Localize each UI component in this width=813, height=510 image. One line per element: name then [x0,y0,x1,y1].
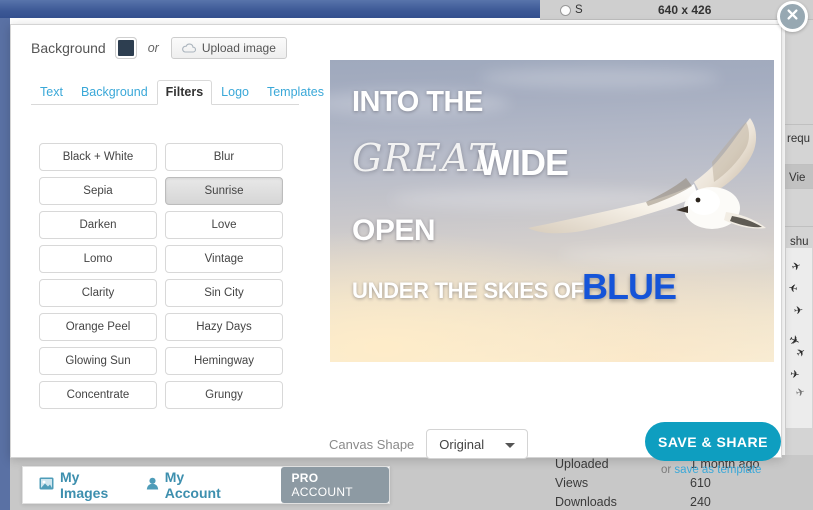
divider [785,188,813,189]
person-icon [146,477,159,493]
upload-image-label: Upload image [201,41,276,55]
bird-silhouette-icon: ✈ [793,304,804,318]
background-control-row: Background or Upload image [31,37,287,59]
filter-sunrise[interactable]: Sunrise [165,177,283,205]
image-icon [39,477,54,493]
background-text-fragment-request: requ [787,133,811,145]
save-as-template-row: or save as template [661,464,761,476]
tab-background[interactable]: Background [72,80,157,105]
bird-silhouette-icon: ✈ [789,368,801,382]
canvas-preview[interactable]: INTO THE GREAT WIDE OPEN UNDER THE SKIES… [330,60,774,362]
filter-love[interactable]: Love [165,211,283,239]
pro-account-badge[interactable]: PRO ACCOUNT [281,467,389,503]
cloud-upload-icon [181,43,196,54]
canvas-text-under: UNDER THE SKIES OF [352,278,584,303]
my-account-label: My Account [164,469,221,501]
filter-orange-peel[interactable]: Orange Peel [39,313,157,341]
canvas-text-into: INTO THE [352,86,483,118]
upload-image-button[interactable]: Upload image [170,37,287,59]
save-as-template-link[interactable]: save as template [674,464,761,476]
canvas-text-great: GREAT [352,136,495,180]
stat-label-downloads: Downloads [555,495,617,509]
my-images-link[interactable]: My Images [39,469,128,501]
canvas-shape-value: Original [439,436,485,452]
filter-grid: Black + White Blur Sepia Sunrise Darken … [39,143,283,409]
filter-grungy[interactable]: Grungy [165,381,283,409]
canvas-text-open: OPEN [352,214,436,247]
filter-sin-city[interactable]: Sin City [165,279,283,307]
bird-silhouette-icon: ✈ [790,259,803,275]
image-dimensions-label: 640 x 426 [658,3,712,17]
size-radio-s[interactable]: S [560,4,583,16]
pro-badge-rest: ACCOUNT [291,485,353,499]
close-modal-button[interactable] [777,1,808,32]
background-text-fragment-shutter: shu [790,236,809,248]
canvas-shape-label: Canvas Shape [329,436,415,452]
filter-lomo[interactable]: Lomo [39,245,157,273]
canvas-shape-select[interactable]: Original [426,429,529,459]
radio-circle-icon [560,4,571,16]
bird-silhouette-icon: ✈ [794,386,807,400]
tab-text[interactable]: Text [31,80,72,105]
stat-value-downloads: 240 [690,495,711,509]
stat-label-uploaded: Uploaded [555,457,609,471]
my-account-link[interactable]: My Account [146,469,240,501]
my-images-label: My Images [60,469,109,501]
or-separator-label: or [147,41,159,55]
divider [785,164,813,165]
tab-templates[interactable]: Templates [258,80,333,105]
bird-silhouette-icon: ✈ [794,345,809,361]
divider [785,226,813,227]
stat-label-views: Views [555,476,589,490]
bird-silhouette-icon: ✈ [786,282,799,296]
image-editor-modal: Background or Upload image Text Backgrou… [10,24,782,476]
filter-concentrate[interactable]: Concentrate [39,381,157,409]
color-swatch[interactable] [114,37,137,59]
cloud-wisp [480,68,720,88]
stat-value-views: 610 [690,476,711,490]
tab-logo[interactable]: Logo [212,80,258,105]
save-and-share-button[interactable]: SAVE & SHARE [645,422,781,461]
filter-glowing-sun[interactable]: Glowing Sun [39,347,157,375]
seagull-image [528,118,766,234]
filter-blur[interactable]: Blur [165,143,283,171]
background-thumbnail-strip: ✈ ✈ ✈ ✈ ✈ ✈ ✈ [786,248,812,428]
canvas-text-blue: BLUE [582,266,677,307]
left-edge-strip [0,18,10,510]
save-alt-prefix: or [661,464,675,476]
pro-badge-bold: PRO [291,471,319,485]
filter-darken[interactable]: Darken [39,211,157,239]
filter-vintage[interactable]: Vintage [165,245,283,273]
account-footer-bar: My Images My Account PRO ACCOUNT [22,466,390,504]
divider [785,124,813,125]
close-icon [785,7,800,27]
chevron-down-icon [505,443,516,448]
canvas-shape-row: Canvas Shape Original [329,429,529,459]
background-text-fragment-view: Vie [789,172,806,184]
tab-filters[interactable]: Filters [156,80,213,105]
filter-hazy-days[interactable]: Hazy Days [165,313,283,341]
filter-hemingway[interactable]: Hemingway [165,347,283,375]
editor-tabs: Text Background Filters Logo Templates [31,79,324,105]
filter-clarity[interactable]: Clarity [39,279,157,307]
background-label: Background [31,40,106,56]
canvas-text-wide: WIDE [478,142,569,183]
filter-sepia[interactable]: Sepia [39,177,157,205]
size-radio-label: S [575,4,583,16]
filter-black-white[interactable]: Black + White [39,143,157,171]
